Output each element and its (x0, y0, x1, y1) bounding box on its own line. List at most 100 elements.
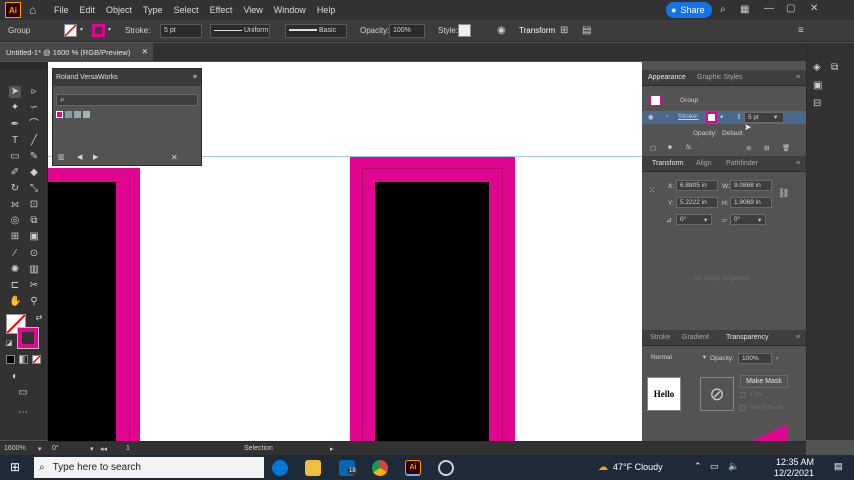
swap-fill-stroke-icon[interactable]: ⇄ (33, 312, 45, 324)
mail-icon[interactable]: 18 (339, 460, 357, 476)
clock-date[interactable]: 12/2/2021 (774, 468, 814, 478)
tab-align[interactable]: Align (696, 160, 712, 167)
swatch-magenta[interactable] (56, 111, 63, 118)
shear-dropdown-icon[interactable]: ▾ (758, 216, 761, 224)
appearance-opacity-label[interactable]: Opacity: (693, 130, 717, 137)
windows-start-icon[interactable]: ⊞ (10, 460, 20, 474)
menu-select[interactable]: Select (174, 5, 199, 15)
arrange-documents-icon[interactable]: ▦ (740, 4, 749, 15)
toolbar-grip[interactable] (0, 62, 48, 70)
menu-help[interactable]: Help (317, 5, 336, 15)
swatch-gray-blue[interactable] (74, 111, 81, 118)
hand-tool-icon[interactable]: ✋ (9, 296, 21, 308)
line-tool-icon[interactable]: ╱ (28, 135, 40, 147)
document-tab[interactable]: Untitled-1* @ 1600 % (RGB/Preview) ✕ (0, 43, 153, 61)
transparency-opacity-field[interactable]: 100% (738, 353, 772, 364)
stroke-weight-field[interactable]: 5 pt (160, 24, 202, 38)
versaworks-header[interactable]: Roland VersaWorks ≡ (53, 69, 201, 86)
menu-edit[interactable]: Edit (80, 5, 96, 15)
blend-tool-icon[interactable]: ⊙ (28, 248, 40, 260)
zoom-dropdown-icon[interactable]: ▾ (38, 445, 42, 453)
swatch-teal[interactable] (65, 111, 72, 118)
transform-menu-icon[interactable]: ≡ (796, 160, 800, 167)
transparency-menu-icon[interactable]: ≡ (796, 334, 800, 341)
taskbar-search-box[interactable]: ⌕ Type here to search (34, 457, 264, 478)
constrain-proportions-icon[interactable]: ⛓ (778, 188, 789, 199)
draw-mode-icon[interactable]: ◐ (9, 371, 21, 383)
tab-transparency[interactable]: Transparency (726, 334, 769, 341)
paintbrush-tool-icon[interactable]: ✎ (28, 151, 40, 163)
appearance-stroke-row[interactable]: ◉ › Stroke: ▾ ⇕ 5 pt ▾ (642, 111, 806, 124)
artboards-icon[interactable]: ⧉ (831, 62, 838, 73)
column-graph-tool-icon[interactable]: ▥ (28, 264, 40, 276)
stroke-swatch[interactable] (92, 24, 105, 37)
curvature-tool-icon[interactable]: ⌒ (28, 119, 40, 131)
rotation-dropdown-icon[interactable]: ▾ (90, 445, 94, 453)
selection-tool-icon[interactable]: ➤ (9, 86, 21, 98)
add-effect-icon[interactable]: fx. (686, 144, 693, 151)
status-arrow-icon[interactable]: ▸ (330, 445, 334, 453)
appearance-menu-icon[interactable]: ≡ (796, 74, 800, 81)
zoom-tool-icon[interactable]: ⚲ (28, 296, 40, 308)
type-tool-icon[interactable]: T (9, 135, 21, 147)
prev-artboard-icon[interactable]: ◂◂ (100, 445, 107, 453)
zoom-level[interactable]: 1600% (4, 445, 26, 452)
stroke-weight-dropdown-icon[interactable]: ▾ (774, 113, 777, 121)
menu-object[interactable]: Object (106, 5, 132, 15)
tab-transform[interactable]: Transform (652, 160, 684, 167)
default-fill-stroke-icon[interactable]: ◪ (3, 338, 15, 350)
appearance-stroke-swatch[interactable] (706, 112, 717, 123)
color-mode-button[interactable] (6, 355, 15, 364)
stroke-stepper-icon[interactable]: ⇕ (736, 113, 741, 121)
width-tool-icon[interactable]: ⟗ (9, 199, 21, 211)
more-tools-icon[interactable]: ⋯ (17, 407, 29, 419)
artboard-number[interactable]: 1 (126, 445, 130, 452)
visibility-eye-icon[interactable]: ◉ (648, 113, 654, 121)
brush-definition[interactable]: Basic (285, 24, 347, 38)
shaper-tool-icon[interactable]: ✐ (9, 167, 21, 179)
menu-view[interactable]: View (243, 5, 262, 15)
appearance-stroke-label[interactable]: Stroke: (678, 113, 699, 120)
shape-builder-tool-icon[interactable]: ◎ (9, 215, 21, 227)
clear-appearance-icon[interactable]: ⊘ (746, 144, 751, 152)
stroke-swatch-dropdown-icon[interactable]: ▾ (720, 113, 723, 121)
opacity-slider-arrow-icon[interactable]: › (776, 355, 778, 362)
scale-tool-icon[interactable]: ⤡ (28, 183, 40, 195)
versaworks-search-input[interactable]: ⌕ (56, 94, 198, 106)
panel-menu-icon[interactable]: ≡ (798, 25, 804, 36)
minimize-icon[interactable]: — (764, 3, 774, 14)
close-tab-icon[interactable]: ✕ (142, 47, 148, 56)
artboard-tool-icon[interactable]: ⊏ (9, 280, 21, 292)
volume-icon[interactable]: 🔈 (728, 461, 739, 472)
delete-icon[interactable]: ✕ (171, 153, 178, 162)
tab-appearance[interactable]: Appearance (648, 74, 686, 81)
gradient-tool-icon[interactable]: ▣ (28, 231, 40, 243)
delete-item-icon[interactable]: 🗑 (782, 144, 790, 152)
swatch-library-icon[interactable]: ▥ (58, 153, 65, 161)
symbol-sprayer-tool-icon[interactable]: ✺ (9, 264, 21, 276)
rotate-dropdown-icon[interactable]: ▾ (704, 216, 707, 224)
fill-dropdown-icon[interactable]: ▾ (80, 26, 83, 33)
home-icon[interactable]: ⌂ (29, 3, 43, 17)
center-frame-black-fill[interactable] (375, 182, 489, 442)
show-hidden-icons[interactable]: ⌃ (694, 461, 702, 472)
tab-stroke[interactable]: Stroke (650, 334, 670, 341)
share-button[interactable]: ● Share (666, 2, 712, 18)
screen-mode-icon[interactable]: ▭ (17, 387, 29, 399)
notifications-icon[interactable]: ▤ (834, 461, 843, 472)
add-stroke-icon[interactable]: ▢ (650, 144, 656, 152)
layers-icon[interactable]: ◈ (813, 62, 821, 73)
blend-mode-select[interactable]: Normal ▾ (648, 353, 706, 364)
disclosure-icon[interactable]: › (666, 113, 668, 120)
mask-thumbnail[interactable]: ⊘ (700, 377, 734, 411)
duplicate-item-icon[interactable]: ⊞ (764, 144, 769, 152)
variable-width-profile[interactable]: Uniform (210, 24, 270, 38)
prev-arrow-icon[interactable]: ◀ (77, 153, 82, 161)
y-field[interactable]: 5.2222 in (676, 197, 718, 208)
rotation-value[interactable]: 0° (52, 445, 59, 452)
h-field[interactable]: 1.9069 in (730, 197, 772, 208)
mesh-tool-icon[interactable]: ⊞ (9, 231, 21, 243)
left-frame-black-fill[interactable] (48, 182, 116, 442)
reference-point-icon[interactable]: ⁙ (648, 185, 656, 196)
search-icon[interactable]: ⌕ (720, 4, 726, 15)
